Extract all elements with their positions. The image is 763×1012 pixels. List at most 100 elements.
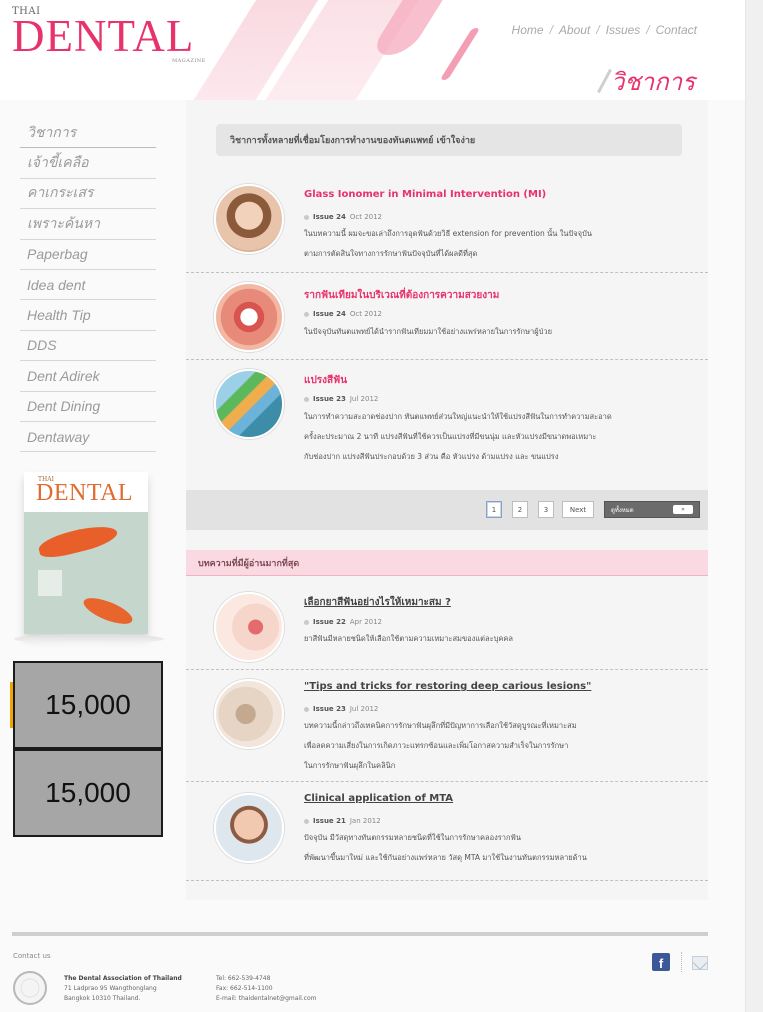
article-issue: Issue 24 [313,310,346,318]
sidebar-item-2[interactable]: เจ้าขี้เคลือ [20,148,156,179]
magazine-shadow [14,634,164,644]
article-title[interactable]: Clinical application of MTA [304,793,453,804]
divider [597,68,612,94]
article-thumbnail[interactable] [214,592,284,662]
dot-icon [304,706,309,712]
article-excerpt: ในการทำความสะอาดช่องปาก ทันตแพทย์ส่วนใหญ… [304,407,684,467]
org-name: The Dental Association of Thailand [64,975,182,982]
article-issue: Issue 23 [313,705,346,713]
magazine-cover-text-block [38,570,62,596]
article-issue: Issue 23 [313,395,346,403]
article-excerpt: ยาสีฟันมีหลายชนิดให้เลือกใช้ตามความเหมาะ… [304,629,684,649]
article-date: Apr 2012 [349,618,383,626]
nav-home[interactable]: Home [512,23,544,37]
article-title[interactable]: "Tips and tricks for restoring deep cari… [304,681,591,692]
sidebar-item-dentaway[interactable]: Dentaway [20,422,156,453]
article-meta: Issue 24 Oct 2012 [304,310,382,318]
article-item: รากฟันเทียมในบริเวณที่ต้องการความสวยงาม … [186,274,708,360]
address-line: 71 Ladprao 95 Wangthonglang [64,985,157,992]
footer-fax: Fax: 662-514-1100 [216,985,273,992]
top-nav: Home / About / Issues / Contact [512,23,697,37]
article-meta: Issue 21 Jan 2012 [304,817,381,825]
visitor-counter: 15,000 [13,661,163,749]
arrow-right-icon: » [673,505,693,514]
sidebar-item-dent-adirek[interactable]: Dent Adirek [20,361,156,392]
footer-contact: Tel: 662-539-4748 Fax: 662-514-1100 E-ma… [216,974,316,1004]
nav-separator: / [596,23,600,37]
facebook-icon[interactable]: f [652,953,670,971]
sidebar-item-3[interactable]: คาเกระเสร [20,179,156,210]
article-excerpt-line: ในการทำความสะอาดช่องปาก ทันตแพทย์ส่วนใหญ… [304,412,612,421]
article-thumbnail[interactable] [214,369,284,439]
popular-item: เลือกยาสีฟันอย่างไรให้เหมาะสม ? Issue 22… [186,582,708,670]
article-excerpt: ปัจจุบัน มีวัสดุทางทันตกรรมหลายชนิดที่ใช… [304,828,684,868]
sidebar-item-health-tip[interactable]: Health Tip [20,300,156,331]
article-item: แปรงสีฟัน Issue 23 Jul 2012 ในการทำความส… [186,361,708,490]
mail-icon[interactable] [692,956,708,970]
main-content: วิชาการทั้งหลายที่เชื่อมโยงการทำงานของทั… [186,100,708,900]
footer-divider [12,932,708,936]
article-excerpt-line: บทความนี้กล่าวถึงเทคนิคการรักษาฟันผุลึกท… [304,721,577,730]
header: THAI DENTAL MAGAZINE Home / About / Issu… [0,0,745,100]
nav-about[interactable]: About [559,23,590,37]
sidebar-item-idea-dent[interactable]: Idea dent [20,270,156,301]
article-date: Jul 2012 [349,705,379,713]
scrollbar-track[interactable] [745,0,763,1012]
article-excerpt-line: ครั้งละประมาณ 2 นาที แปรงสีฟันที่ใช้ควรเ… [304,432,597,441]
article-issue: Issue 21 [313,817,346,825]
sidebar-item-4[interactable]: เพราะค้นหา [20,209,156,240]
address-line: Bangkok 10310 Thailand. [64,995,141,1002]
sidebar: วิชาการ เจ้าขี้เคลือ คาเกระเสร เพราะค้นห… [20,118,156,453]
page-button-1[interactable]: 1 [486,501,502,518]
article-title[interactable]: เลือกยาสีฟันอย่างไรให้เหมาะสม ? [304,595,451,610]
article-issue: Issue 22 [313,618,346,626]
view-all-button[interactable]: ดูทั้งหมด » [604,501,700,518]
article-excerpt-line: ที่พัฒนาขึ้นมาใหม่ และใช้กันอย่างแพร่หลา… [304,853,587,862]
popular-item: "Tips and tricks for restoring deep cari… [186,671,708,782]
nav-separator: / [646,23,650,37]
nav-issues[interactable]: Issues [606,23,641,37]
article-excerpt: บทความนี้กล่าวถึงเทคนิคการรักษาฟันผุลึกท… [304,716,684,776]
article-meta: Issue 23 Jul 2012 [304,705,378,713]
popular-item: Clinical application of MTA Issue 21 Jan… [186,783,708,881]
dot-icon [304,311,309,317]
article-excerpt: ในบทความนี้ ผมจะขอเล่าถึงการอุดฟันด้วยวิ… [304,224,684,264]
koi-fish-image [36,520,120,562]
dot-icon [304,214,309,220]
article-excerpt: ในปัจจุบันทันตแพทย์ได้นำรากฟันเทียมมาใช้… [304,322,684,342]
nav-separator: / [549,23,553,37]
sidebar-item-academic[interactable]: วิชาการ [20,118,156,149]
article-meta: Issue 22 Apr 2012 [304,618,382,626]
logo[interactable]: DENTAL [12,14,194,59]
article-thumbnail[interactable] [214,679,284,749]
article-date: Jan 2012 [349,817,381,825]
logo-sub: MAGAZINE [172,58,206,64]
popular-header: บทความที่มีผู้อ่านมากที่สุด [186,550,708,576]
page-button-2[interactable]: 2 [512,501,528,518]
dot-icon [304,396,309,402]
pagination-bar: 1 2 3 Next ดูทั้งหมด » [186,490,708,530]
article-issue: Issue 24 [313,213,346,221]
article-title[interactable]: Glass Ionomer in Minimal Intervention (M… [304,189,546,200]
article-date: Oct 2012 [349,213,383,221]
dot-icon [304,619,309,625]
visitor-counter: 15,000 [13,749,163,837]
article-excerpt-line: ในการรักษาฟันผุลึกในคลินิก [304,761,396,770]
article-excerpt-line: เพื่อลดความเสี่ยงในการเกิดภาวะแทรกซ้อนแล… [304,741,569,750]
sidebar-item-dds[interactable]: DDS [20,331,156,362]
next-page-button[interactable]: Next [562,501,594,518]
sidebar-item-dent-dining[interactable]: Dent Dining [20,392,156,422]
article-thumbnail[interactable] [214,184,284,254]
article-thumbnail[interactable] [214,793,284,863]
footer-email[interactable]: E-mail: thaidentalnet@gmail.com [216,994,316,1004]
page: THAI DENTAL MAGAZINE Home / About / Issu… [0,0,763,1012]
article-title[interactable]: แปรงสีฟัน [304,373,347,388]
nav-contact[interactable]: Contact [656,23,697,37]
magazine-cover[interactable]: THAI DENTAL [24,472,148,634]
article-title[interactable]: รากฟันเทียมในบริเวณที่ต้องการความสวยงาม [304,288,499,303]
page-button-3[interactable]: 3 [538,501,554,518]
intro-banner: วิชาการทั้งหลายที่เชื่อมโยงการทำงานของทั… [216,124,682,156]
article-thumbnail[interactable] [214,282,284,352]
association-seal-icon [13,971,47,1005]
sidebar-item-paperbag[interactable]: Paperbag [20,240,156,270]
